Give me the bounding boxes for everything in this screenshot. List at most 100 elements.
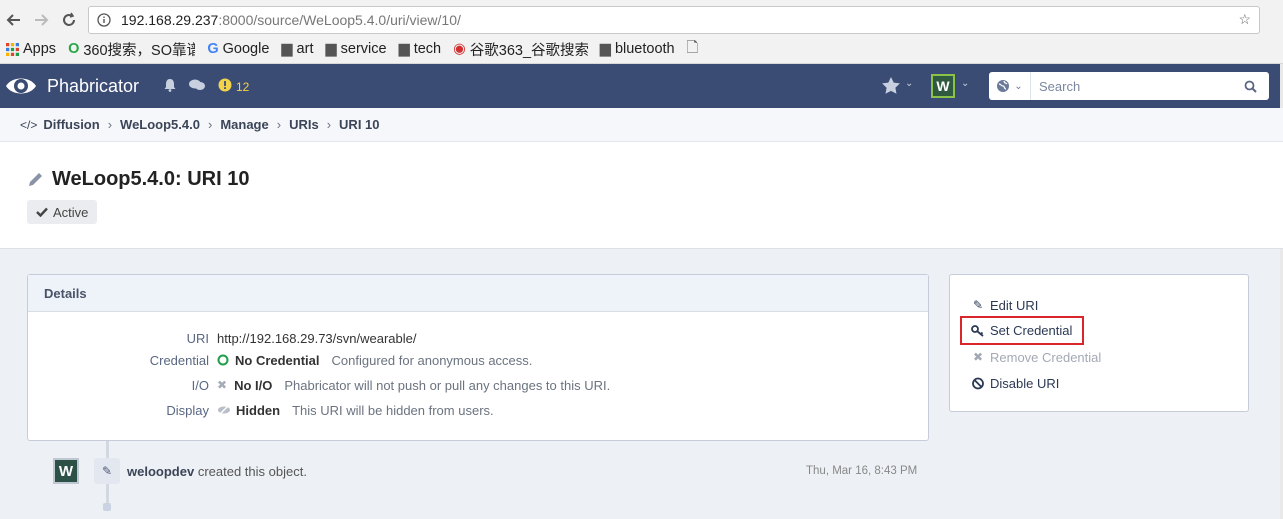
action-label: Edit URI	[990, 297, 1039, 313]
url-path: :8000/source/WeLoop5.4.0/uri/view/10/	[218, 12, 461, 28]
io-value-wrap: ✖ No I/O Phabricator will not push or pu…	[217, 378, 610, 393]
user-avatar[interactable]: W	[931, 74, 955, 98]
page-title-text: WeLoop5.4.0: URI 10	[52, 168, 250, 190]
folder-icon: ▆	[281, 41, 293, 57]
search-scope-button[interactable]: ⌄	[989, 72, 1031, 100]
bookmark-label: Google	[222, 41, 270, 57]
search-box: ⌄	[989, 72, 1269, 100]
back-button[interactable]	[0, 6, 28, 34]
breadcrumb-separator-icon: ›	[207, 117, 213, 132]
url-host: 192.168.29.237	[121, 12, 219, 28]
breadcrumb-manage[interactable]: Manage	[220, 117, 268, 132]
property-label: Display	[166, 402, 209, 418]
credential-value-wrap: No Credential Configured for anonymous a…	[217, 353, 532, 368]
property-label: Credential	[149, 352, 209, 368]
chevron-down-icon: ⌄	[1014, 80, 1023, 92]
bookmark-google363[interactable]: ◉ 谷歌363_谷歌搜索	[453, 39, 588, 60]
page-title: WeLoop5.4.0: URI 10	[27, 168, 249, 191]
ban-icon	[972, 377, 984, 389]
page-icon: 🗋	[686, 39, 699, 56]
globe-icon	[997, 80, 1010, 92]
bookmark-label: 360搜索，SO靠谱	[83, 42, 196, 59]
disable-uri-action[interactable]: Disable URI	[971, 373, 1059, 393]
remove-credential-action[interactable]: ✖ Remove Credential	[971, 347, 1101, 367]
browser-chrome: 192.168.29.237:8000/source/WeLoop5.4.0/u…	[0, 0, 1283, 64]
breadcrumb-diffusion[interactable]: Diffusion	[43, 117, 99, 132]
set-credential-action[interactable]: Set Credential	[960, 316, 1085, 345]
io-note: Phabricator will not push or pull any ch…	[284, 377, 611, 393]
reload-icon	[63, 12, 75, 26]
folder-icon: ▆	[599, 41, 611, 57]
bookmark-google[interactable]: G Google	[207, 41, 269, 57]
avatar[interactable]: W	[53, 458, 79, 484]
phabricator-logo-icon[interactable]	[4, 70, 38, 102]
info-icon	[97, 13, 111, 27]
app-brand[interactable]: Phabricator	[47, 76, 139, 97]
bookmark-service[interactable]: ▆ service	[325, 41, 386, 57]
property-credential: Credential No Credential Configured for …	[28, 350, 928, 370]
status-text: Active	[53, 204, 89, 220]
timeline-time[interactable]: Thu, Mar 16, 8:43 PM	[806, 465, 917, 477]
breadcrumb-current: URI 10	[339, 117, 380, 132]
bookmark-art[interactable]: ▆ art	[281, 41, 313, 57]
bookmark-label: bluetooth	[614, 41, 675, 57]
bookmark-star-icon[interactable]: ☆	[1238, 11, 1251, 28]
address-bar[interactable]: 192.168.29.237:8000/source/WeLoop5.4.0/u…	[88, 6, 1260, 34]
apps-grid-icon	[6, 42, 19, 56]
display-value: Hidden	[236, 402, 281, 418]
bookmark-label: art	[296, 41, 314, 57]
bookmark-tech[interactable]: ▆ tech	[399, 41, 442, 57]
bookmarks-bar: Apps O 360搜索，SO靠谱 G Google ▆ art ▆ servi…	[0, 38, 714, 60]
edit-uri-action[interactable]: ✎ Edit URI	[971, 295, 1038, 315]
pencil-icon	[29, 173, 42, 186]
bookmark-label: Apps	[23, 41, 57, 57]
code-icon: </>	[20, 117, 38, 132]
notification-count[interactable]: 12	[236, 80, 249, 94]
uri-value: http://192.168.29.73/svn/wearable/	[217, 330, 417, 346]
timeline-author[interactable]: weloopdev	[127, 464, 194, 479]
360-search-icon: O	[68, 41, 80, 57]
actions-panel: ✎ Edit URI Set Credential ✖ Remove Crede…	[949, 274, 1249, 412]
favorites-star-icon[interactable]	[882, 77, 900, 97]
folder-icon: ▆	[398, 41, 410, 57]
breadcrumb: </> Diffusion › WeLoop5.4.0 › Manage › U…	[0, 108, 1283, 142]
bell-icon[interactable]	[163, 78, 177, 95]
credential-value: No Credential	[235, 352, 320, 368]
back-arrow-icon	[6, 14, 20, 26]
google-icon: G	[207, 41, 219, 57]
chevron-down-icon[interactable]: ⌄	[961, 78, 969, 89]
bookmark-label: 谷歌363_谷歌搜索	[469, 42, 588, 59]
timeline-action: created this object.	[197, 464, 307, 479]
search-input[interactable]	[1031, 78, 1231, 94]
checkmark-icon	[36, 207, 48, 217]
chat-icon[interactable]	[188, 78, 206, 95]
reload-button[interactable]	[55, 6, 83, 34]
timeline-pencil-icon: ✎	[94, 458, 120, 484]
display-value-wrap: Hidden This URI will be hidden from user…	[217, 403, 494, 418]
breadcrumb-repository[interactable]: WeLoop5.4.0	[120, 117, 200, 132]
bookmark-apps[interactable]: Apps	[6, 41, 56, 57]
status-badge: Active	[27, 200, 98, 224]
circle-ok-icon	[217, 354, 229, 366]
property-label: I/O	[191, 377, 209, 393]
property-io: I/O ✖ No I/O Phabricator will not push o…	[28, 375, 928, 395]
bookmark-page[interactable]: 🗋	[687, 37, 703, 62]
timeline-end-dot	[103, 503, 111, 511]
breadcrumb-uris[interactable]: URIs	[289, 117, 319, 132]
key-icon	[971, 324, 984, 337]
search-icon[interactable]	[1244, 80, 1257, 93]
forward-arrow-icon	[35, 14, 49, 26]
forward-button[interactable]	[27, 6, 55, 34]
eye-slash-icon	[218, 404, 230, 416]
object-header: WeLoop5.4.0: URI 10 Active	[0, 142, 1283, 249]
site-icon: ◉	[453, 41, 466, 57]
timeline-event: weloopdev created this object.	[127, 464, 307, 479]
alert-icon[interactable]	[218, 78, 232, 95]
action-label: Set Credential	[990, 323, 1073, 338]
app-topbar: Phabricator 12 ⌄ W ⌄ ⌄	[0, 64, 1283, 108]
action-label: Disable URI	[990, 375, 1060, 391]
bookmark-bluetooth[interactable]: ▆ bluetooth	[600, 41, 675, 57]
breadcrumb-separator-icon: ›	[107, 117, 113, 132]
bookmark-360[interactable]: O 360搜索，SO靠谱	[68, 39, 195, 60]
chevron-down-icon[interactable]: ⌄	[905, 78, 913, 89]
